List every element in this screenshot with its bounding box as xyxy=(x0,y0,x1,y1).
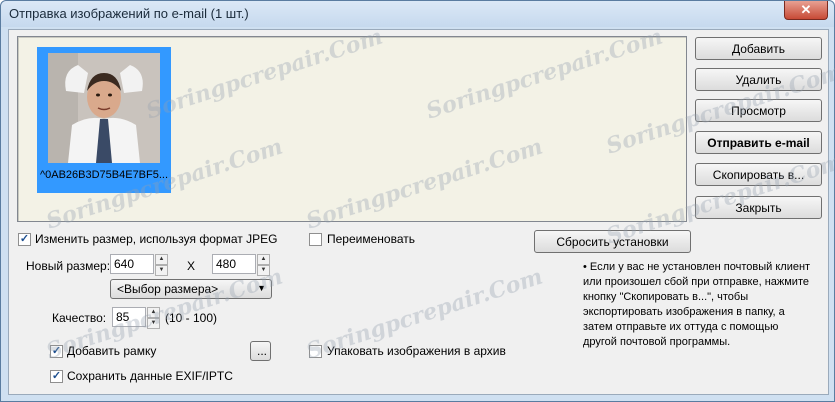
add-button[interactable]: Добавить xyxy=(695,37,822,60)
spin-down-icon[interactable]: ▼ xyxy=(257,265,270,276)
size-x-label: X xyxy=(187,259,196,273)
exif-checkbox[interactable]: ✓ xyxy=(50,370,63,383)
frame-settings-button[interactable]: ... xyxy=(250,341,271,361)
quality-spinner[interactable]: ▲ ▼ xyxy=(147,307,160,329)
copy-to-button[interactable]: Скопировать в... xyxy=(695,163,822,186)
email-send-dialog: Отправка изображений по e-mail (1 шт.) ✕ xyxy=(0,0,835,402)
exif-label: Сохранить данные EXIF/IPTC xyxy=(67,369,233,383)
close-icon: ✕ xyxy=(800,2,812,17)
resize-label: Изменить размер, используя формат JPEG xyxy=(35,232,278,246)
reset-settings-button[interactable]: Сбросить установки xyxy=(534,230,691,253)
spin-up-icon[interactable]: ▲ xyxy=(257,254,270,265)
title-bar[interactable]: Отправка изображений по e-mail (1 шт.) ✕ xyxy=(1,1,834,27)
dialog-client-area: ^0AB26B3D75B4E7BF5... Добавить Удалить П… xyxy=(8,29,829,395)
new-size-label: Новый размер: xyxy=(26,259,111,273)
help-note: • Если у вас не установлен почтовый клие… xyxy=(583,261,811,348)
chevron-down-icon: ▼ xyxy=(257,283,266,293)
spin-up-icon[interactable]: ▲ xyxy=(147,307,160,318)
image-thumbnail-item[interactable]: ^0AB26B3D75B4E7BF5... xyxy=(37,47,171,193)
spin-down-icon[interactable]: ▼ xyxy=(147,318,160,329)
quality-range: (10 - 100) xyxy=(165,311,218,325)
frame-checkbox[interactable]: ✓ xyxy=(50,345,63,358)
height-input[interactable] xyxy=(212,254,256,274)
send-email-button[interactable]: Отправить e-mail xyxy=(695,131,822,154)
image-list[interactable]: ^0AB26B3D75B4E7BF5... xyxy=(17,36,687,222)
resize-checkbox[interactable]: ✓ xyxy=(18,233,31,246)
delete-button[interactable]: Удалить xyxy=(695,68,822,91)
preview-button[interactable]: Просмотр xyxy=(695,99,822,122)
size-preset-dropdown[interactable]: <Выбор размера> ▼ xyxy=(110,279,272,299)
rename-checkbox[interactable] xyxy=(309,233,322,246)
rename-label: Переименовать xyxy=(327,232,415,246)
archive-checkbox[interactable] xyxy=(309,345,322,358)
width-spinner[interactable]: ▲ ▼ xyxy=(155,254,168,276)
width-input[interactable] xyxy=(110,254,154,274)
close-window-button[interactable]: ✕ xyxy=(784,1,828,20)
spin-down-icon[interactable]: ▼ xyxy=(155,265,168,276)
archive-label: Упаковать изображения в архив xyxy=(327,344,506,358)
quality-input[interactable] xyxy=(112,307,146,327)
thumbnail-caption: ^0AB26B3D75B4E7BF5... xyxy=(39,169,169,181)
height-spinner[interactable]: ▲ ▼ xyxy=(257,254,270,276)
spin-up-icon[interactable]: ▲ xyxy=(155,254,168,265)
frame-label: Добавить рамку xyxy=(67,344,157,358)
size-preset-value: <Выбор размера> xyxy=(117,282,219,296)
thumbnail-image xyxy=(48,53,160,163)
window-title: Отправка изображений по e-mail (1 шт.) xyxy=(9,6,249,21)
close-button[interactable]: Закрыть xyxy=(695,196,822,219)
quality-label: Качество: xyxy=(52,311,107,325)
